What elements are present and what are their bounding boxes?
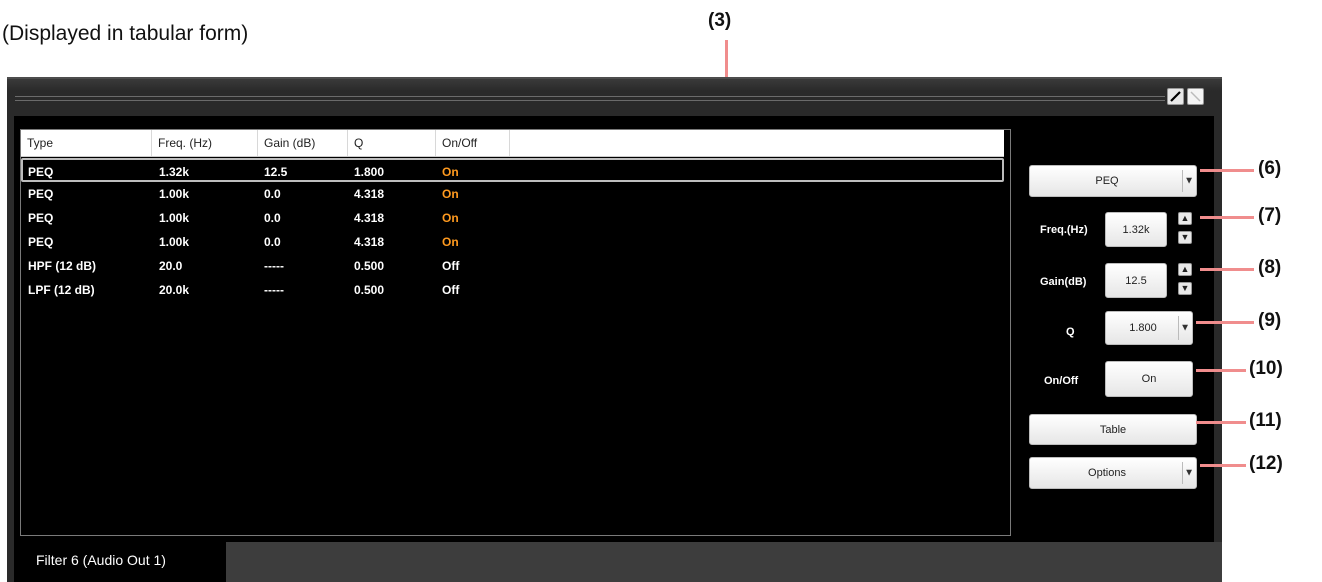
column-header-q[interactable]: Q bbox=[348, 130, 436, 156]
table-cell-type: PEQ bbox=[28, 235, 54, 249]
table-cell-q: 1.800 bbox=[354, 165, 385, 179]
callout-8: (8) bbox=[1258, 257, 1282, 278]
table-cell-freq: 1.00k bbox=[159, 187, 190, 201]
table-cell-onoff: On bbox=[442, 235, 459, 249]
callout-11-line bbox=[1196, 421, 1246, 424]
table-row[interactable]: PEQ 1.00k 0.0 4.318 On bbox=[21, 182, 1004, 206]
table-button[interactable]: Table bbox=[1029, 414, 1197, 445]
table-cell-gain: ----- bbox=[264, 283, 284, 297]
select-divider bbox=[1182, 170, 1183, 192]
column-header-onoff[interactable]: On/Off bbox=[436, 130, 510, 156]
table-button-label: Table bbox=[1099, 423, 1127, 436]
table-cell-q: 4.318 bbox=[354, 235, 385, 249]
table-cell-type: HPF (12 dB) bbox=[28, 259, 97, 273]
table-cell-q: 4.318 bbox=[354, 187, 385, 201]
table-row[interactable]: HPF (12 dB) 20.0 ----- 0.500 Off bbox=[21, 254, 1004, 278]
chevron-down-icon: ▼ bbox=[1180, 322, 1190, 334]
table-row[interactable]: PEQ 1.00k 0.0 4.318 On bbox=[21, 206, 1004, 230]
table-cell-type: PEQ bbox=[28, 165, 54, 179]
q-label: Q bbox=[1066, 326, 1075, 338]
table-header: Type Freq. (Hz) Gain (dB) Q On/Off bbox=[21, 130, 1004, 157]
callout-7-line bbox=[1200, 216, 1254, 219]
filter-window: Type Freq. (Hz) Gain (dB) Q On/Off PEQ 1.… bbox=[7, 77, 1222, 582]
gain-down-icon[interactable]: ▼ bbox=[1178, 282, 1192, 295]
tab-strip bbox=[226, 542, 1222, 582]
select-divider bbox=[1178, 316, 1179, 340]
freq-down-icon[interactable]: ▼ bbox=[1178, 231, 1192, 244]
options-button-label: Options bbox=[1088, 467, 1126, 479]
table-cell-freq: 20.0k bbox=[159, 283, 190, 297]
callout-10-line bbox=[1196, 369, 1246, 372]
chevron-down-icon: ▼ bbox=[1184, 467, 1194, 479]
onoff-toggle-button[interactable]: On bbox=[1105, 361, 1193, 397]
table-cell-onoff: Off bbox=[442, 259, 460, 273]
filter-type-value: PEQ bbox=[1095, 175, 1119, 187]
table-cell-q: 0.500 bbox=[354, 283, 385, 297]
callout-6-line bbox=[1200, 169, 1254, 172]
callout-8-line bbox=[1200, 268, 1254, 271]
callout-9-line bbox=[1196, 321, 1254, 324]
gain-up-icon[interactable]: ▲ bbox=[1178, 263, 1192, 276]
callout-7: (7) bbox=[1258, 205, 1282, 226]
filter-type-select[interactable]: PEQ ▼ bbox=[1029, 165, 1197, 197]
table-row[interactable]: PEQ 1.00k 0.0 4.318 On bbox=[21, 230, 1004, 254]
table-cell-onoff: On bbox=[442, 211, 459, 225]
table-cell-type: LPF (12 dB) bbox=[28, 283, 95, 297]
table-cell-q: 0.500 bbox=[354, 259, 385, 273]
column-header-type[interactable]: Type bbox=[21, 130, 152, 156]
callout-3: (3) bbox=[708, 10, 732, 31]
table-cell-freq: 20.0 bbox=[159, 259, 183, 273]
callout-6: (6) bbox=[1258, 158, 1282, 179]
callout-10: (10) bbox=[1249, 358, 1283, 379]
table-row[interactable]: PEQ 1.32k 12.5 1.800 On bbox=[21, 158, 1004, 182]
restore-icon[interactable] bbox=[1187, 88, 1204, 105]
table-row[interactable]: LPF (12 dB) 20.0k ----- 0.500 Off bbox=[21, 278, 1004, 302]
onoff-label: On/Off bbox=[1044, 375, 1079, 387]
table-cell-gain: 0.0 bbox=[264, 211, 281, 225]
table-cell-type: PEQ bbox=[28, 187, 54, 201]
caption: (Displayed in tabular form) bbox=[2, 22, 249, 45]
callout-12-line bbox=[1200, 464, 1246, 467]
table-cell-gain: ----- bbox=[264, 259, 284, 273]
q-select[interactable]: 1.800 ▼ bbox=[1105, 311, 1193, 345]
callout-12: (12) bbox=[1249, 453, 1283, 474]
table-cell-onoff: On bbox=[442, 165, 459, 179]
table-cell-gain: 0.0 bbox=[264, 187, 281, 201]
onoff-value: On bbox=[1141, 373, 1157, 385]
filter-table: Type Freq. (Hz) Gain (dB) Q On/Off PEQ 1.… bbox=[20, 129, 1011, 536]
gain-field[interactable]: 12.5 bbox=[1105, 263, 1167, 298]
q-value: 1.800 bbox=[1129, 322, 1157, 334]
freq-label: Freq.(Hz) bbox=[1040, 224, 1088, 236]
callout-9: (9) bbox=[1258, 310, 1282, 331]
gain-label: Gain(dB) bbox=[1040, 276, 1087, 288]
gain-value: 12.5 bbox=[1125, 274, 1147, 287]
column-header-freq[interactable]: Freq. (Hz) bbox=[152, 130, 258, 156]
table-cell-type: PEQ bbox=[28, 211, 54, 225]
pencil-icon[interactable] bbox=[1167, 88, 1184, 105]
callout-11: (11) bbox=[1249, 410, 1282, 431]
freq-value: 1.32k bbox=[1122, 223, 1150, 236]
table-cell-freq: 1.00k bbox=[159, 211, 190, 225]
table-cell-freq: 1.00k bbox=[159, 235, 190, 249]
main-panel: Type Freq. (Hz) Gain (dB) Q On/Off PEQ 1.… bbox=[14, 116, 1214, 542]
tab-filter-6[interactable]: Filter 6 (Audio Out 1) bbox=[14, 542, 226, 582]
freq-up-icon[interactable]: ▲ bbox=[1178, 212, 1192, 225]
select-divider bbox=[1182, 462, 1183, 484]
chevron-down-icon: ▼ bbox=[1184, 175, 1194, 187]
table-cell-q: 4.318 bbox=[354, 211, 385, 225]
freq-field[interactable]: 1.32k bbox=[1105, 212, 1167, 247]
table-cell-gain: 12.5 bbox=[264, 165, 288, 179]
table-cell-onoff: Off bbox=[442, 283, 460, 297]
options-button[interactable]: Options ▼ bbox=[1029, 457, 1197, 489]
title-bar-rule bbox=[15, 96, 1165, 101]
table-cell-gain: 0.0 bbox=[264, 235, 281, 249]
column-header-gain[interactable]: Gain (dB) bbox=[258, 130, 348, 156]
table-cell-onoff: On bbox=[442, 187, 459, 201]
table-cell-freq: 1.32k bbox=[159, 165, 190, 179]
